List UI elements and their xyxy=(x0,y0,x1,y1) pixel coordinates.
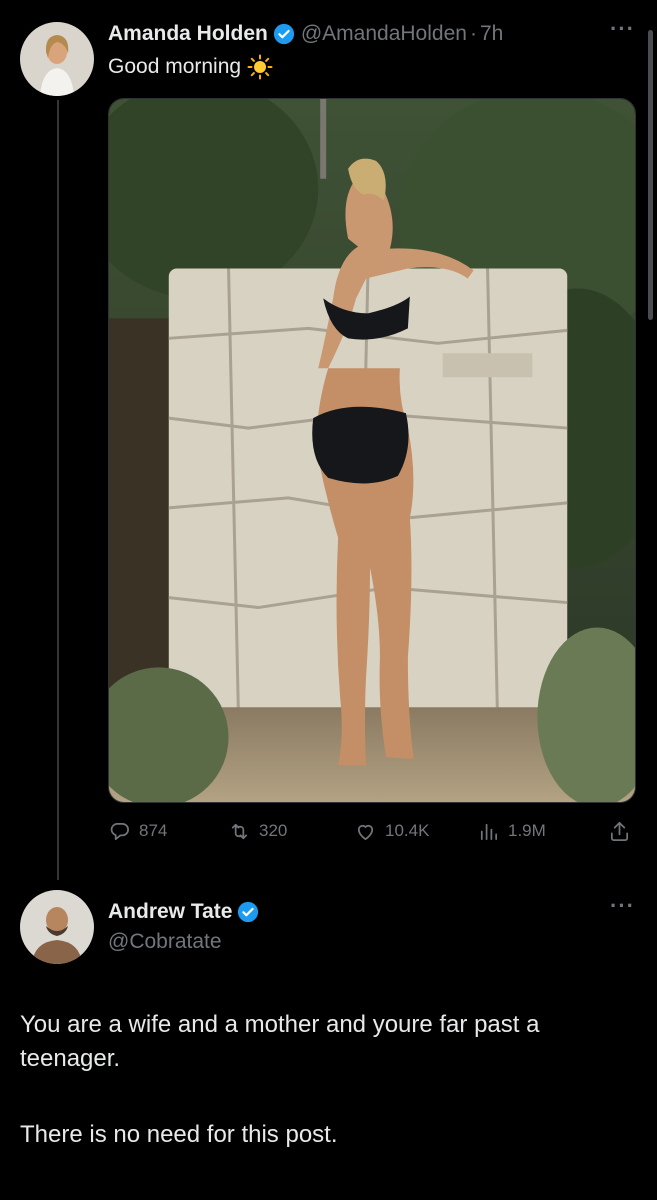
post-actions: 874 320 10.4K 1.9M xyxy=(108,816,636,846)
post-timestamp[interactable]: 7h xyxy=(480,22,503,46)
reply-more-options-icon[interactable]: ··· xyxy=(610,893,635,919)
like-button[interactable]: 10.4K xyxy=(354,816,429,846)
thread-connector-line xyxy=(57,100,59,880)
reply-button[interactable]: 874 xyxy=(108,816,167,846)
reply-count: 874 xyxy=(139,821,168,840)
retweet-button[interactable]: 320 xyxy=(228,816,287,846)
retweet-icon xyxy=(231,823,248,839)
retweet-count: 320 xyxy=(259,821,288,840)
like-count: 10.4K xyxy=(385,821,430,840)
post-image[interactable] xyxy=(108,98,636,803)
separator-dot: · xyxy=(469,22,477,45)
author-name[interactable]: Amanda Holden xyxy=(108,22,268,46)
reply-paragraph: There is no need for this post. xyxy=(20,1121,338,1148)
reply-author-handle[interactable]: @Cobratate xyxy=(108,930,265,954)
reply-text: You are a wife and a mother and youre fa… xyxy=(20,1008,640,1152)
author-handle[interactable]: @AmandaHolden xyxy=(301,22,467,46)
reply-author-avatar[interactable] xyxy=(20,890,94,964)
scrollbar[interactable] xyxy=(648,30,653,320)
reply-header: Andrew Tate @Cobratate xyxy=(108,898,265,954)
post-text: Good morning xyxy=(108,54,273,80)
post-text-content: Good morning xyxy=(108,55,242,78)
more-options-icon[interactable]: ··· xyxy=(610,16,635,42)
share-icon xyxy=(610,821,629,841)
author-avatar[interactable] xyxy=(20,22,94,96)
views-count: 1.9M xyxy=(508,821,546,840)
reply-icon xyxy=(110,822,129,840)
post-header: Amanda Holden @AmandaHolden · 7h xyxy=(108,18,503,50)
share-button[interactable] xyxy=(608,816,631,846)
views-chart-icon xyxy=(480,823,498,840)
sun-icon xyxy=(247,54,273,80)
verified-badge-icon xyxy=(237,901,259,923)
reply-author-name[interactable]: Andrew Tate xyxy=(108,900,232,924)
views-button[interactable]: 1.9M xyxy=(477,816,546,846)
heart-icon xyxy=(357,824,374,840)
verified-badge-icon xyxy=(273,23,295,45)
reply-paragraph: You are a wife and a mother and youre fa… xyxy=(20,1011,540,1072)
